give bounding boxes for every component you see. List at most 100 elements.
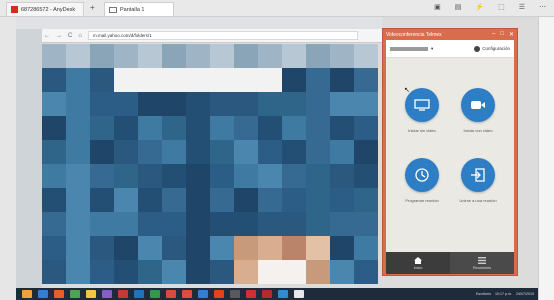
toolbar-button[interactable]: ▤: [455, 3, 462, 11]
tray-label[interactable]: Escritorio: [476, 292, 491, 296]
video-pixel: [330, 68, 354, 92]
video-pixel: [42, 140, 66, 164]
url-text: m.mail.yahoo.com/d/folders/1: [92, 33, 152, 38]
toolbar-button[interactable]: ⋯: [539, 3, 546, 11]
video-pixel: [42, 44, 66, 68]
video-pixel: [258, 236, 282, 260]
video-pixel: [234, 164, 258, 188]
video-pixel: [66, 188, 90, 212]
video-pixel: [90, 188, 114, 212]
maximize-button[interactable]: □: [500, 31, 504, 38]
video-pixel: [306, 44, 330, 68]
video-pixel: [186, 212, 210, 236]
anydesk-toolbar: ▣ ▤ ⚡ ⬚ ☰ ⋯: [434, 3, 546, 11]
video-pixel: [354, 260, 378, 284]
new-tab-button[interactable]: +: [90, 3, 95, 12]
clock-date[interactable]: 24/07/2019: [516, 292, 534, 296]
account-selector[interactable]: ▾: [390, 46, 433, 52]
taskbar-app-icon[interactable]: [198, 290, 208, 298]
taskbar-app-icon[interactable]: [278, 290, 288, 298]
taskbar-app-icon[interactable]: [230, 290, 240, 298]
action-label: Iniciar con video: [463, 128, 493, 133]
video-pixel: [234, 236, 258, 260]
taskbar-app-icon[interactable]: [38, 290, 48, 298]
taskbar-app-icon[interactable]: [22, 290, 32, 298]
taskbar-app-icon[interactable]: [86, 290, 96, 298]
video-pixel: [282, 212, 306, 236]
video-pixel: [354, 212, 378, 236]
nav-home[interactable]: Inicio: [386, 252, 450, 274]
video-pixel: [90, 236, 114, 260]
video-pixel: [186, 92, 210, 116]
taskbar-app-icon[interactable]: [134, 290, 144, 298]
enter-arrow-icon: [461, 158, 495, 192]
toolbar-button[interactable]: ▣: [434, 3, 441, 11]
desktop-edge: [16, 29, 42, 289]
video-pixel: [258, 260, 282, 284]
url-field[interactable]: m.mail.yahoo.com/d/folders/1: [87, 31, 358, 40]
toolbar-button[interactable]: ⬚: [498, 3, 505, 11]
video-pixel: [234, 188, 258, 212]
video-pixel: [306, 92, 330, 116]
video-pixel: [282, 260, 306, 284]
taskbar-app-icon[interactable]: [182, 290, 192, 298]
video-pixel: [90, 116, 114, 140]
video-pixel: [354, 92, 378, 116]
anydesk-session-tab[interactable]: 687286572 - AnyDesk: [6, 2, 84, 16]
taskbar-app-icon[interactable]: [70, 290, 80, 298]
reload-icon[interactable]: C: [68, 33, 72, 39]
video-pixel: [66, 236, 90, 260]
nav-meetings[interactable]: Reuniones: [450, 252, 514, 274]
video-pixel: [66, 68, 90, 92]
taskbar-app-icon[interactable]: [246, 290, 256, 298]
video-pixel: [234, 212, 258, 236]
start-without-video-button[interactable]: Iniciar sin video: [394, 88, 450, 133]
close-button[interactable]: ✕: [509, 31, 514, 38]
toolbar-button[interactable]: ⚡: [475, 3, 484, 11]
monitor-icon: [109, 6, 117, 13]
video-pixel: [186, 260, 210, 284]
schedule-meeting-button[interactable]: Programar reunión: [394, 158, 450, 203]
video-pixel: [234, 44, 258, 68]
video-pixel: [186, 116, 210, 140]
video-pixel: [138, 92, 162, 116]
video-pixel: [306, 164, 330, 188]
taskbar-app-icon[interactable]: [262, 290, 272, 298]
nav-home-label: Inicio: [413, 265, 423, 270]
taskbar-app-icon[interactable]: [214, 290, 224, 298]
videoconference-window: Videoconferencia Telmex – □ ✕ ▾ Configur…: [382, 28, 518, 276]
video-pixel: [234, 260, 258, 284]
start-with-video-button[interactable]: Iniciar con video: [450, 88, 506, 133]
video-pixel: [354, 116, 378, 140]
clock-time[interactable]: 10:17 p.m.: [495, 292, 512, 296]
screen-tab[interactable]: Pantalla 1: [104, 2, 174, 16]
video-pixel: [210, 188, 234, 212]
taskbar-app-icon[interactable]: [166, 290, 176, 298]
forward-icon[interactable]: →: [56, 33, 62, 39]
video-pixel: [90, 92, 114, 116]
video-feed: [42, 44, 378, 284]
join-meeting-button[interactable]: Unirse a una reunión: [450, 158, 506, 203]
video-pixel: [210, 44, 234, 68]
taskbar-app-icon[interactable]: [118, 290, 128, 298]
video-pixel: [42, 236, 66, 260]
mouse-cursor-icon: ↖: [404, 87, 410, 94]
video-pixel: [306, 236, 330, 260]
anydesk-tab-bar: 687286572 - AnyDesk + Pantalla 1 ▣ ▤ ⚡ ⬚…: [0, 0, 554, 17]
minimize-button[interactable]: –: [492, 31, 495, 38]
video-pixel: [354, 140, 378, 164]
taskbar-app-icon[interactable]: [54, 290, 64, 298]
video-pixel: [90, 212, 114, 236]
video-pixel: [186, 188, 210, 212]
taskbar-app-icon[interactable]: [294, 290, 304, 298]
video-pixel: [282, 188, 306, 212]
home-icon[interactable]: ⌂: [78, 33, 82, 39]
settings-button[interactable]: Configuración: [474, 45, 510, 52]
video-pixel: [66, 140, 90, 164]
video-camera-icon: [461, 88, 495, 122]
taskbar-app-icon[interactable]: [150, 290, 160, 298]
back-icon[interactable]: ←: [44, 33, 50, 39]
taskbar-app-icon[interactable]: [102, 290, 112, 298]
video-pixel: [162, 116, 186, 140]
toolbar-button[interactable]: ☰: [519, 3, 525, 11]
